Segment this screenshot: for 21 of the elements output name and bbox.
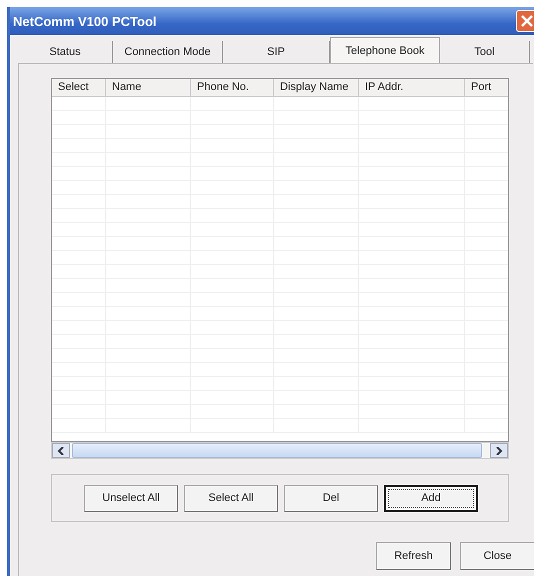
- tab[interactable]: Telephone Book: [330, 37, 440, 63]
- action-button[interactable]: Unselect All: [84, 484, 178, 512]
- chevron-right-icon: [495, 446, 503, 454]
- window-title: NetComm V100 PCTool: [13, 14, 157, 28]
- scroll-thumb[interactable]: [72, 443, 482, 458]
- dialog-button[interactable]: Refresh: [376, 542, 451, 570]
- action-button[interactable]: Del: [284, 484, 378, 512]
- scroll-right-button[interactable]: [490, 443, 508, 458]
- column-header[interactable]: IP Addr.: [359, 79, 465, 96]
- close-button[interactable]: [516, 10, 534, 32]
- chevron-left-icon: [57, 446, 65, 454]
- column-header[interactable]: Display Name: [274, 79, 359, 96]
- column-header[interactable]: Select: [52, 79, 106, 96]
- dialog-button[interactable]: Close: [460, 542, 534, 570]
- action-button[interactable]: Select All: [184, 484, 278, 512]
- action-button[interactable]: Add: [384, 484, 478, 512]
- column-header[interactable]: Port: [465, 79, 508, 96]
- column-header[interactable]: Phone No.: [191, 79, 274, 96]
- scroll-left-button[interactable]: [52, 443, 70, 458]
- close-icon: [520, 14, 534, 28]
- column-header[interactable]: Name: [106, 79, 191, 96]
